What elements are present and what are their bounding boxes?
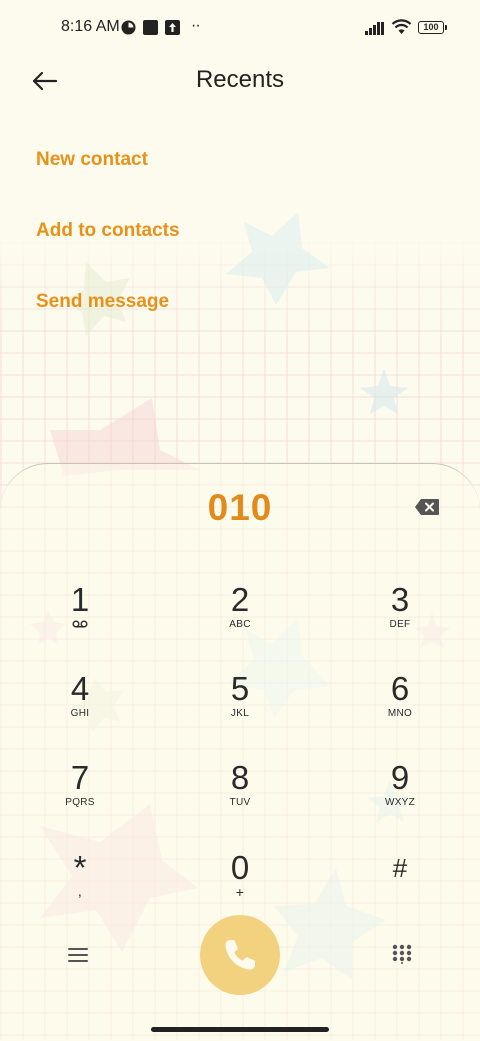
key-1[interactable]: 1 bbox=[30, 582, 130, 652]
more-notifications-icon: ·· bbox=[191, 17, 201, 34]
signal-icon bbox=[365, 22, 384, 35]
phone-icon bbox=[225, 940, 255, 970]
key-5[interactable]: 5 JKL bbox=[190, 671, 290, 741]
status-time: 8:16 AM bbox=[61, 18, 120, 35]
home-indicator[interactable] bbox=[151, 1027, 329, 1032]
page-title: Recents bbox=[195, 66, 285, 93]
key-hash[interactable]: # bbox=[350, 850, 450, 920]
key-0[interactable]: 0 + bbox=[190, 850, 290, 920]
star-blue-small bbox=[360, 368, 408, 414]
voicemail-icon bbox=[72, 620, 88, 628]
data-saver-icon bbox=[121, 20, 136, 35]
add-to-contacts-button[interactable]: Add to contacts bbox=[36, 220, 180, 242]
battery-icon: 100 bbox=[418, 21, 444, 34]
key-9[interactable]: 9 WXYZ bbox=[350, 760, 450, 830]
new-contact-button[interactable]: New contact bbox=[36, 149, 148, 171]
notification-app-icon bbox=[143, 20, 158, 35]
status-bar: 8:16 AM ·· 100 bbox=[0, 0, 480, 56]
menu-icon[interactable] bbox=[66, 945, 90, 965]
key-4[interactable]: 4 GHI bbox=[30, 671, 130, 741]
key-8[interactable]: 8 TUV bbox=[190, 760, 290, 830]
key-7[interactable]: 7 PQRS bbox=[30, 760, 130, 830]
call-button[interactable] bbox=[200, 915, 280, 995]
dialpad-icon[interactable] bbox=[392, 944, 412, 964]
backspace-icon[interactable] bbox=[414, 498, 440, 516]
battery-tip bbox=[445, 25, 447, 30]
send-message-button[interactable]: Send message bbox=[36, 291, 169, 313]
star-blue-top bbox=[226, 212, 330, 305]
key-star[interactable]: * , bbox=[30, 850, 130, 920]
key-3[interactable]: 3 DEF bbox=[350, 582, 450, 652]
upload-icon bbox=[165, 20, 180, 35]
dialed-number: 010 bbox=[207, 487, 273, 528]
wifi-icon bbox=[391, 19, 412, 34]
key-2[interactable]: 2 ABC bbox=[190, 582, 290, 652]
key-6[interactable]: 6 MNO bbox=[350, 671, 450, 741]
